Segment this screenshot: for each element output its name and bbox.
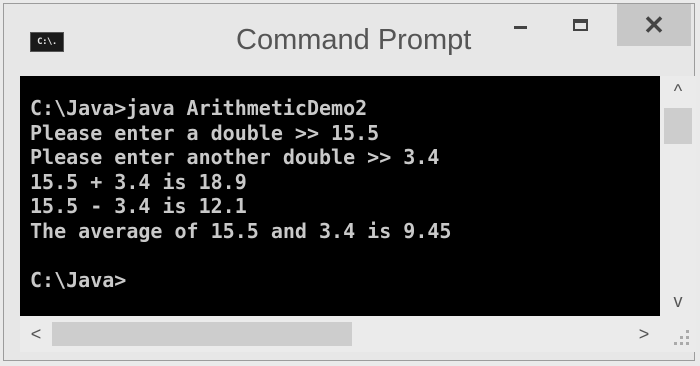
close-button[interactable]: ✕ — [617, 4, 691, 46]
console-line: 15.5 - 3.4 is 12.1 — [30, 194, 247, 219]
window-title: Command Prompt — [236, 24, 472, 56]
scroll-right-button[interactable]: > — [628, 316, 660, 352]
console-line: C:\Java> — [30, 268, 127, 293]
console-line: Please enter another double >> 3.4 — [30, 145, 440, 170]
scroll-up-button[interactable]: ^ — [660, 76, 696, 106]
scroll-down-button[interactable]: v — [660, 286, 696, 316]
minimize-button[interactable] — [497, 4, 543, 46]
console-output[interactable]: C:\Java>java ArithmeticDemo2 Please enter… — [20, 76, 660, 316]
console-line: The average of 15.5 and 3.4 is 9.45 — [30, 218, 452, 243]
chevron-down-icon: v — [673, 290, 683, 311]
console-line: Please enter a double >> 15.5 — [30, 120, 380, 145]
minimize-icon — [513, 25, 527, 29]
maximize-icon — [572, 19, 588, 31]
close-icon: ✕ — [643, 10, 665, 40]
command-prompt-icon[interactable]: C:\. — [30, 32, 64, 52]
vertical-scrollbar[interactable]: ^ v — [660, 76, 696, 316]
horizontal-scrollbar[interactable]: < > — [20, 316, 660, 352]
scroll-left-button[interactable]: < — [20, 316, 52, 352]
title-bar[interactable]: C:\. Command Prompt ✕ — [4, 4, 694, 62]
maximize-button[interactable] — [557, 4, 603, 46]
horizontal-scroll-thumb[interactable] — [52, 322, 352, 346]
chevron-right-icon: > — [638, 323, 650, 344]
console-text: C:\Java>java ArithmeticDemo2 Please enter… — [20, 76, 660, 293]
vertical-scroll-thumb[interactable] — [664, 108, 692, 144]
console-line: 15.5 + 3.4 is 18.9 — [30, 169, 247, 194]
chevron-left-icon: < — [30, 323, 42, 344]
command-prompt-window: C:\. Command Prompt ✕ C:\Java>java Arith… — [3, 3, 696, 361]
resize-grip-icon[interactable] — [660, 316, 696, 352]
console-line: C:\Java>java ArithmeticDemo2 — [30, 96, 368, 120]
chevron-up-icon: ^ — [673, 80, 683, 101]
